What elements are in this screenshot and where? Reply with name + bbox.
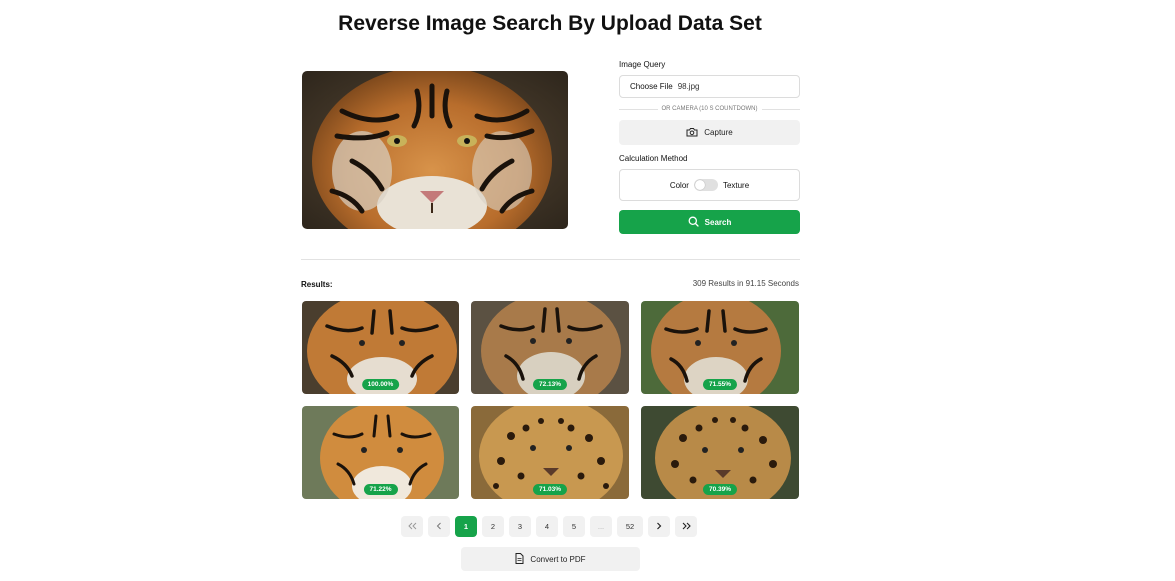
- result-card[interactable]: 71.55%: [641, 301, 799, 394]
- search-icon: [688, 216, 699, 229]
- camera-divider: OR CAMERA (10 S COUNTDOWN): [619, 104, 801, 114]
- page-4-button[interactable]: 4: [536, 516, 558, 537]
- similarity-badge: 72.13%: [532, 379, 568, 390]
- calculation-method-label: Calculation Method: [619, 154, 688, 163]
- section-divider: [301, 259, 800, 260]
- next-page-button[interactable]: [648, 516, 670, 537]
- prev-page-button[interactable]: [428, 516, 450, 537]
- page-5-button[interactable]: 5: [563, 516, 585, 537]
- page-title: Reverse Image Search By Upload Data Set: [338, 12, 762, 35]
- texture-option-label: Texture: [722, 180, 750, 190]
- page-2-button[interactable]: 2: [482, 516, 504, 537]
- convert-to-pdf-button[interactable]: Convert to PDF: [461, 547, 640, 571]
- last-page-button[interactable]: [675, 516, 697, 537]
- similarity-badge: 71.55%: [702, 379, 738, 390]
- pagination: 1 2 3 4 5 ... 52: [401, 516, 697, 537]
- result-card[interactable]: 100.00%: [302, 301, 459, 394]
- file-input[interactable]: Choose File 98.jpg: [619, 75, 800, 98]
- query-image-preview: [302, 71, 568, 229]
- file-name: 98.jpg: [677, 82, 700, 91]
- result-card[interactable]: 70.39%: [641, 406, 799, 499]
- document-icon: [515, 552, 524, 566]
- capture-label: Capture: [704, 128, 733, 137]
- choose-file-button[interactable]: Choose File: [630, 82, 673, 91]
- search-label: Search: [704, 217, 732, 227]
- chevron-right-icon: [656, 522, 662, 532]
- results-stats: 309 Results in 91.15 Seconds: [692, 279, 799, 288]
- similarity-badge: 100.00%: [361, 379, 400, 390]
- result-card[interactable]: 71.22%: [302, 406, 459, 499]
- results-grid: 100.00% 72.13% 71.55% 71.22% 71.03% 70.3…: [302, 301, 800, 499]
- page-1-button[interactable]: 1: [455, 516, 477, 537]
- method-toggle-group: Color Texture: [619, 169, 800, 201]
- chevron-left-icon: [436, 522, 442, 532]
- camera-icon: [686, 127, 698, 139]
- page-52-button[interactable]: 52: [617, 516, 643, 537]
- result-card[interactable]: 72.13%: [471, 301, 629, 394]
- result-card[interactable]: 71.03%: [471, 406, 629, 499]
- pdf-label: Convert to PDF: [530, 554, 586, 564]
- method-toggle-switch[interactable]: [693, 179, 718, 191]
- first-page-button[interactable]: [401, 516, 423, 537]
- divider-text: OR CAMERA (10 S COUNTDOWN): [661, 106, 758, 112]
- capture-button[interactable]: Capture: [619, 120, 800, 145]
- page-ellipsis: ...: [590, 516, 612, 537]
- image-query-label: Image Query: [619, 60, 666, 69]
- query-form: Image Query Choose File 98.jpg OR CAMERA…: [619, 60, 801, 234]
- color-option-label: Color: [669, 180, 689, 190]
- double-chevron-right-icon: [682, 522, 691, 532]
- search-button[interactable]: Search: [619, 210, 800, 234]
- results-label: Results:: [301, 280, 333, 289]
- page-3-button[interactable]: 3: [509, 516, 531, 537]
- similarity-badge: 70.39%: [702, 484, 738, 495]
- similarity-badge: 71.03%: [532, 484, 568, 495]
- double-chevron-left-icon: [407, 522, 417, 532]
- similarity-badge: 71.22%: [363, 484, 398, 495]
